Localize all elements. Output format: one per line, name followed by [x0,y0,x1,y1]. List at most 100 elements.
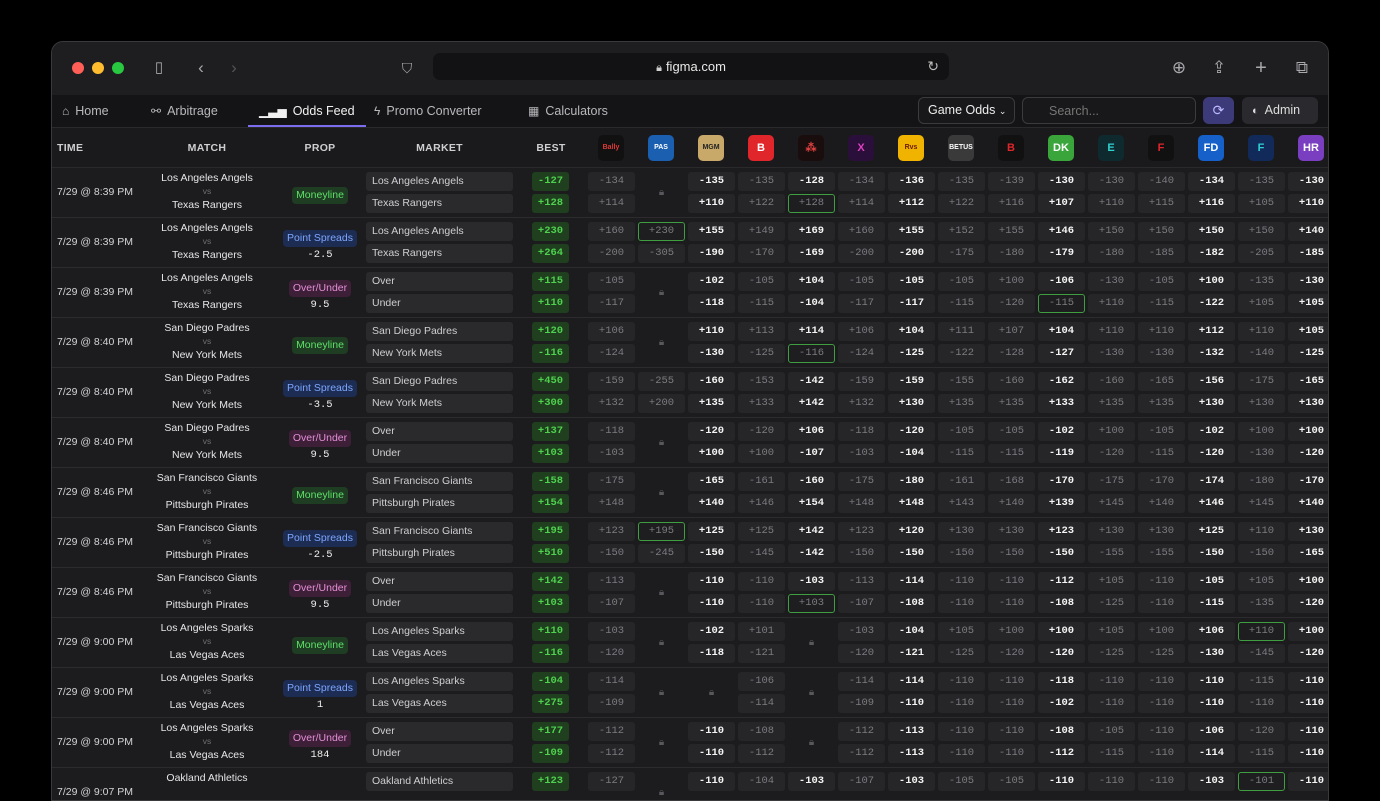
market-option[interactable]: New York Mets [366,394,513,413]
odds-cell[interactable]: -105 [1138,422,1185,441]
odds-cell[interactable]: -180 [1088,244,1135,263]
odds-cell[interactable]: -139 [988,172,1035,191]
odds-cell[interactable]: -105 [988,422,1035,441]
odds-cell[interactable]: +130 [1088,522,1135,541]
odds-cell[interactable]: -130 [1288,272,1328,291]
odds-cell[interactable]: -105 [588,272,635,291]
odds-cell[interactable]: -161 [938,472,985,491]
tab-odds-feed[interactable]: ▁▃▅ Odds Feed [248,95,366,127]
odds-cell[interactable]: -115 [1238,672,1285,691]
odds-cell[interactable]: -140 [1138,172,1185,191]
odds-cell[interactable]: +130 [1188,394,1235,413]
odds-cell[interactable]: -135 [1238,594,1285,613]
odds-cell[interactable]: +100 [1288,422,1328,441]
market-option[interactable]: Under [366,294,513,313]
odds-cell[interactable]: -118 [588,422,635,441]
market-option[interactable]: Under [366,444,513,463]
odds-cell[interactable]: -150 [1188,544,1235,563]
odds-cell[interactable]: -112 [838,722,885,741]
best-odds[interactable]: +264 [532,244,569,263]
odds-cell[interactable]: -175 [1088,472,1135,491]
odds-cell[interactable]: -135 [688,172,735,191]
odds-cell[interactable]: -145 [738,544,785,563]
odds-cell[interactable]: -105 [1188,572,1235,591]
odds-cell[interactable]: -200 [588,244,635,263]
odds-cell[interactable]: -121 [738,644,785,663]
tab-promo-converter[interactable]: ϟ Promo Converter [374,95,482,127]
odds-cell[interactable]: -105 [938,772,985,791]
best-odds[interactable]: +230 [532,222,569,241]
odds-cell[interactable]: +100 [1138,622,1185,641]
odds-cell[interactable]: -165 [688,472,735,491]
odds-cell[interactable]: -120 [988,644,1035,663]
close-window-button[interactable] [72,62,84,74]
odds-cell[interactable]: -118 [1038,672,1085,691]
odds-cell[interactable]: -130 [1288,172,1328,191]
market-option[interactable]: Los Angeles Angels [366,172,513,191]
odds-cell[interactable]: -112 [1038,572,1085,591]
odds-cell[interactable]: -112 [588,722,635,741]
odds-cell[interactable]: +130 [1238,394,1285,413]
odds-cell[interactable]: +140 [1138,494,1185,513]
odds-cell[interactable]: +155 [888,222,935,241]
odds-cell[interactable]: -121 [888,644,935,663]
odds-cell[interactable]: +148 [838,494,885,513]
odds-cell[interactable]: -134 [1188,172,1235,191]
odds-cell[interactable]: +100 [738,444,785,463]
best-odds[interactable]: -116 [532,644,569,663]
odds-cell[interactable]: +110 [1088,194,1135,213]
odds-cell[interactable]: -112 [738,744,785,763]
tab-arbitrage[interactable]: ⚯ Arbitrage [151,95,218,127]
odds-cell[interactable]: +110 [1088,322,1135,341]
odds-cell[interactable]: +100 [1038,622,1085,641]
odds-cell[interactable]: -105 [1138,272,1185,291]
odds-cell[interactable]: +113 [738,322,785,341]
market-option[interactable]: Las Vegas Aces [366,644,513,663]
odds-cell[interactable]: -136 [888,172,935,191]
odds-cell[interactable]: +107 [1038,194,1085,213]
odds-cell[interactable]: -180 [988,244,1035,263]
odds-cell[interactable]: +130 [1138,522,1185,541]
odds-cell[interactable]: -113 [888,744,935,763]
odds-cell[interactable]: +104 [888,322,935,341]
odds-cell[interactable]: -162 [1038,372,1085,391]
share-icon[interactable]: ⇪ [1208,57,1230,79]
odds-cell[interactable]: +135 [1088,394,1135,413]
odds-cell[interactable]: -110 [1088,772,1135,791]
odds-cell[interactable]: +150 [1188,222,1235,241]
odds-cell[interactable]: -114 [838,672,885,691]
odds-cell[interactable]: -110 [938,594,985,613]
odds-cell[interactable]: +145 [1088,494,1135,513]
odds-cell[interactable]: +105 [1288,294,1328,313]
minimize-window-button[interactable] [92,62,104,74]
odds-cell[interactable]: -117 [588,294,635,313]
odds-cell[interactable]: -120 [1288,444,1328,463]
odds-cell[interactable]: +135 [1138,394,1185,413]
odds-cell[interactable]: -142 [788,544,835,563]
odds-cell[interactable]: -161 [738,472,785,491]
market-option[interactable]: New York Mets [366,344,513,363]
odds-cell[interactable]: +150 [1088,222,1135,241]
odds-cell[interactable]: -103 [838,444,885,463]
odds-cell[interactable]: -110 [1138,694,1185,713]
odds-cell[interactable]: -150 [838,544,885,563]
odds-cell[interactable]: -174 [1188,472,1235,491]
odds-cell[interactable]: -150 [888,544,935,563]
odds-cell[interactable]: -110 [738,594,785,613]
odds-cell[interactable]: -170 [1138,472,1185,491]
odds-cell[interactable]: +106 [788,422,835,441]
odds-cell[interactable]: -160 [1088,372,1135,391]
odds-cell[interactable]: -120 [738,422,785,441]
best-odds[interactable]: -104 [532,672,569,691]
odds-cell[interactable]: +110 [688,322,735,341]
odds-cell[interactable]: -107 [588,594,635,613]
odds-cell[interactable]: +100 [688,444,735,463]
market-option[interactable]: Over [366,422,513,441]
odds-cell[interactable]: +110 [1238,622,1285,641]
odds-cell[interactable]: +160 [588,222,635,241]
odds-cell[interactable]: -150 [988,544,1035,563]
odds-cell[interactable]: +135 [988,394,1035,413]
odds-cell[interactable]: -110 [988,572,1035,591]
odds-cell[interactable]: -120 [838,644,885,663]
odds-cell[interactable]: -115 [938,294,985,313]
